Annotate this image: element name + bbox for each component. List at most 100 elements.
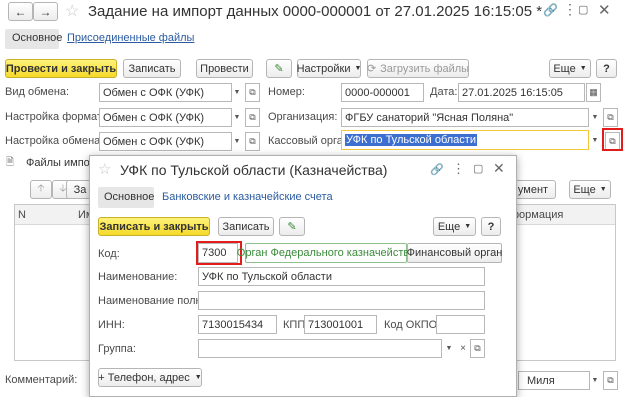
group-open[interactable]: ⧉ xyxy=(470,339,485,358)
chevron-down-icon: ▼ xyxy=(233,114,241,121)
files-section-icon: 🗎 xyxy=(6,157,15,168)
chevron-down-icon: ▼ xyxy=(591,377,599,384)
responsible-field[interactable]: Миля xyxy=(518,371,590,390)
more-button[interactable]: Еще ▼ xyxy=(549,59,591,78)
files-col-info: формация xyxy=(510,209,564,221)
chevron-down-icon: ▼ xyxy=(445,345,453,352)
format-settings-dropdown[interactable]: ▼ xyxy=(230,108,244,127)
fullname-field[interactable] xyxy=(198,291,485,310)
dialog-tab-main-label: Основное xyxy=(104,191,155,203)
maximize-icon[interactable]: ▢ xyxy=(473,162,483,175)
dialog-save-button[interactable]: Записать xyxy=(218,217,274,236)
organization-open[interactable]: ⧉ xyxy=(603,108,618,127)
maximize-icon[interactable]: ▢ xyxy=(578,3,588,16)
menu-dots-icon[interactable]: ⋮ xyxy=(452,161,465,177)
menu-dots-icon[interactable]: ⋮ xyxy=(563,1,577,18)
link-icon[interactable]: 🔗 xyxy=(430,163,444,176)
inn-label: ИНН: xyxy=(98,319,125,331)
responsible-dropdown[interactable]: ▼ xyxy=(588,371,602,390)
dialog-more-label: Еще xyxy=(437,220,461,233)
dialog-more-button[interactable]: Еще ▼ xyxy=(433,217,476,236)
open-icon: ⧉ xyxy=(249,112,256,122)
cash-organ-field[interactable]: УФК по Тульской области xyxy=(341,130,589,150)
group-dropdown[interactable]: ▼ xyxy=(442,339,456,358)
kpp-field[interactable]: 713001001 xyxy=(304,315,377,334)
cash-organ-value: УФК по Тульской области xyxy=(345,134,477,146)
exchange-type-field[interactable]: Обмен с ОФК (УФК) xyxy=(99,83,232,102)
exchange-settings-open[interactable]: ⧉ xyxy=(245,132,260,151)
cash-organ-label: Кассовый орган: xyxy=(268,135,352,147)
okpo-field[interactable] xyxy=(436,315,485,334)
open-icon: ⧉ xyxy=(607,375,614,385)
link-icon[interactable]: 🔗 xyxy=(543,3,558,17)
calendar-button[interactable]: ▦ xyxy=(586,83,601,102)
open-icon: ⧉ xyxy=(249,136,256,146)
tab-main-label: Основное xyxy=(12,32,63,44)
arrow-up-icon: 🡡 xyxy=(37,183,45,194)
exchange-type-open[interactable]: ⧉ xyxy=(245,83,260,102)
tab-attached-files[interactable]: Присоединенные файлы xyxy=(67,32,194,44)
organization-label: Организация: xyxy=(268,111,338,123)
calendar-icon: ▦ xyxy=(589,87,598,97)
sign-button[interactable]: ✎ xyxy=(266,59,292,78)
format-settings-field[interactable]: Обмен с ОФК (УФК) xyxy=(99,108,232,127)
code-label: Код: xyxy=(98,248,120,260)
exchange-settings-label: Настройка обмена: xyxy=(5,135,104,147)
number-label: Номер: xyxy=(268,86,305,98)
responsible-open[interactable]: ⧉ xyxy=(603,371,618,390)
files-up-button[interactable]: 🡡 xyxy=(30,180,52,199)
dialog-window: ☆ УФК по Тульской области (Казначейства)… xyxy=(89,155,517,397)
number-field[interactable]: 0000-000001 xyxy=(341,83,424,102)
group-label: Группа: xyxy=(98,343,136,355)
chevron-down-icon: ▼ xyxy=(464,223,472,230)
dialog-title: УФК по Тульской области (Казначейства) xyxy=(120,162,388,178)
post-and-close-button[interactable]: Провести и закрыть xyxy=(5,59,117,78)
forward-button[interactable]: → xyxy=(33,2,58,21)
files-more-button[interactable]: Еще ▼ xyxy=(569,180,611,199)
type-federal-treasury-option[interactable]: Орган Федерального казначейства xyxy=(237,243,415,263)
help-button[interactable]: ? xyxy=(596,59,617,78)
exchange-type-label: Вид обмена: xyxy=(5,86,70,98)
chevron-down-icon: ▼ xyxy=(354,65,362,72)
exchange-settings-field[interactable]: Обмен с ОФК (УФК) xyxy=(99,132,232,151)
chevron-down-icon: ▼ xyxy=(591,137,599,144)
close-icon[interactable]: ✕ xyxy=(598,1,611,19)
type-financial-organ-option[interactable]: Финансовый орган xyxy=(407,243,502,263)
back-button[interactable]: ← xyxy=(8,2,33,21)
favorite-star-icon[interactable]: ☆ xyxy=(65,1,79,21)
chevron-down-icon: ▼ xyxy=(599,186,607,193)
chevron-down-icon: ▼ xyxy=(579,65,587,72)
exchange-type-dropdown[interactable]: ▼ xyxy=(230,83,244,102)
date-field[interactable]: 27.01.2025 16:15:05 xyxy=(458,83,585,102)
dialog-help-button[interactable]: ? xyxy=(481,217,501,236)
dialog-sign-button[interactable]: ✎ xyxy=(279,217,305,236)
dialog-tab-accounts[interactable]: Банковские и казначейские счета xyxy=(162,191,333,203)
group-clear[interactable]: × xyxy=(456,339,470,358)
phone-address-button[interactable]: + Телефон, адрес ▼ xyxy=(98,368,202,387)
organization-field[interactable]: ФГБУ санаторий "Ясная Поляна" xyxy=(341,108,589,127)
load-files-button[interactable]: ⟳ Загрузить файлы xyxy=(367,59,469,78)
inn-field[interactable]: 7130015434 xyxy=(198,315,277,334)
close-icon[interactable]: ✕ xyxy=(493,160,505,177)
group-field[interactable] xyxy=(198,339,442,358)
post-button[interactable]: Провести xyxy=(196,59,253,78)
phone-address-label: + Телефон, адрес xyxy=(98,371,190,384)
open-icon: ⧉ xyxy=(607,112,614,122)
okpo-label: Код ОКПО: xyxy=(384,319,441,331)
files-more-label: Еще xyxy=(573,183,596,196)
pen-check-icon: ✎ xyxy=(274,63,284,75)
cash-organ-open-highlight xyxy=(602,128,623,151)
organization-dropdown[interactable]: ▼ xyxy=(588,108,602,127)
name-field[interactable]: УФК по Тульской области xyxy=(198,267,485,286)
save-button[interactable]: Записать xyxy=(123,59,181,78)
chevron-down-icon: ▼ xyxy=(233,138,241,145)
favorite-star-icon[interactable]: ☆ xyxy=(98,160,111,178)
chevron-down-icon: ▼ xyxy=(194,374,202,381)
format-settings-open[interactable]: ⧉ xyxy=(245,108,260,127)
save-and-close-button[interactable]: Записать и закрыть xyxy=(98,217,210,236)
arrow-left-icon: ← xyxy=(14,4,27,19)
cash-organ-dropdown[interactable]: ▼ xyxy=(588,131,602,150)
more-label: Еще xyxy=(553,62,576,75)
settings-button[interactable]: Настройки ▼ xyxy=(297,59,361,78)
exchange-settings-dropdown[interactable]: ▼ xyxy=(230,132,244,151)
